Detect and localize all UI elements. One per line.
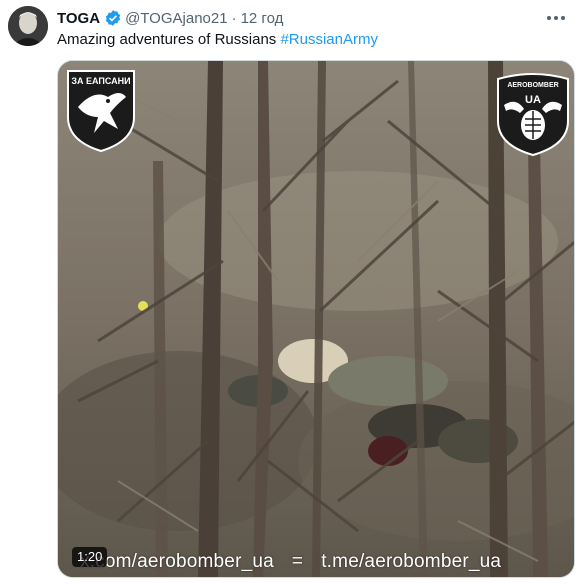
tweet-body-text: Amazing adventures of Russians xyxy=(57,31,281,48)
video-watermark: x.com/aerobomber_ua = t.me/aerobomber_ua xyxy=(80,551,501,573)
unit-logo-left: ЗА ЕАПСАНИ xyxy=(64,67,138,153)
unit-logo-right-text: AEROBOMBER xyxy=(507,82,558,89)
video-duration-badge: 1:20 xyxy=(72,547,108,567)
watermark-right: t.me/aerobomber_ua xyxy=(321,551,502,572)
unit-logo-right-sub: UA xyxy=(525,94,541,106)
separator-dot: · xyxy=(231,9,237,27)
timestamp[interactable]: 12 год xyxy=(241,10,284,27)
watermark-separator: = xyxy=(291,551,304,572)
tweet-header: TOGA @TOGAjano21 · 12 год xyxy=(57,8,283,28)
unit-logo-right: AEROBOMBER UA xyxy=(494,69,572,157)
verified-badge-icon xyxy=(104,9,122,27)
tweet-card[interactable]: TOGA @TOGAjano21 · 12 год Amazing advent… xyxy=(0,0,580,584)
author-handle[interactable]: @TOGAjano21 xyxy=(125,10,228,27)
watermark-left: x.com/aerobomber_ua xyxy=(80,551,274,572)
more-dots-icon xyxy=(547,16,565,20)
hashtag-link[interactable]: #RussianArmy xyxy=(280,31,378,48)
avatar[interactable] xyxy=(8,6,48,46)
author-name[interactable]: TOGA xyxy=(57,10,100,27)
video-player[interactable]: ЗА ЕАПСАНИ AEROBOMBER UA x.com/aerobombe… xyxy=(57,60,575,578)
more-options-button[interactable] xyxy=(544,8,568,28)
unit-logo-left-text: ЗА ЕАПСАНИ xyxy=(71,76,130,86)
tweet-text: Amazing adventures of Russians #RussianA… xyxy=(57,30,378,50)
